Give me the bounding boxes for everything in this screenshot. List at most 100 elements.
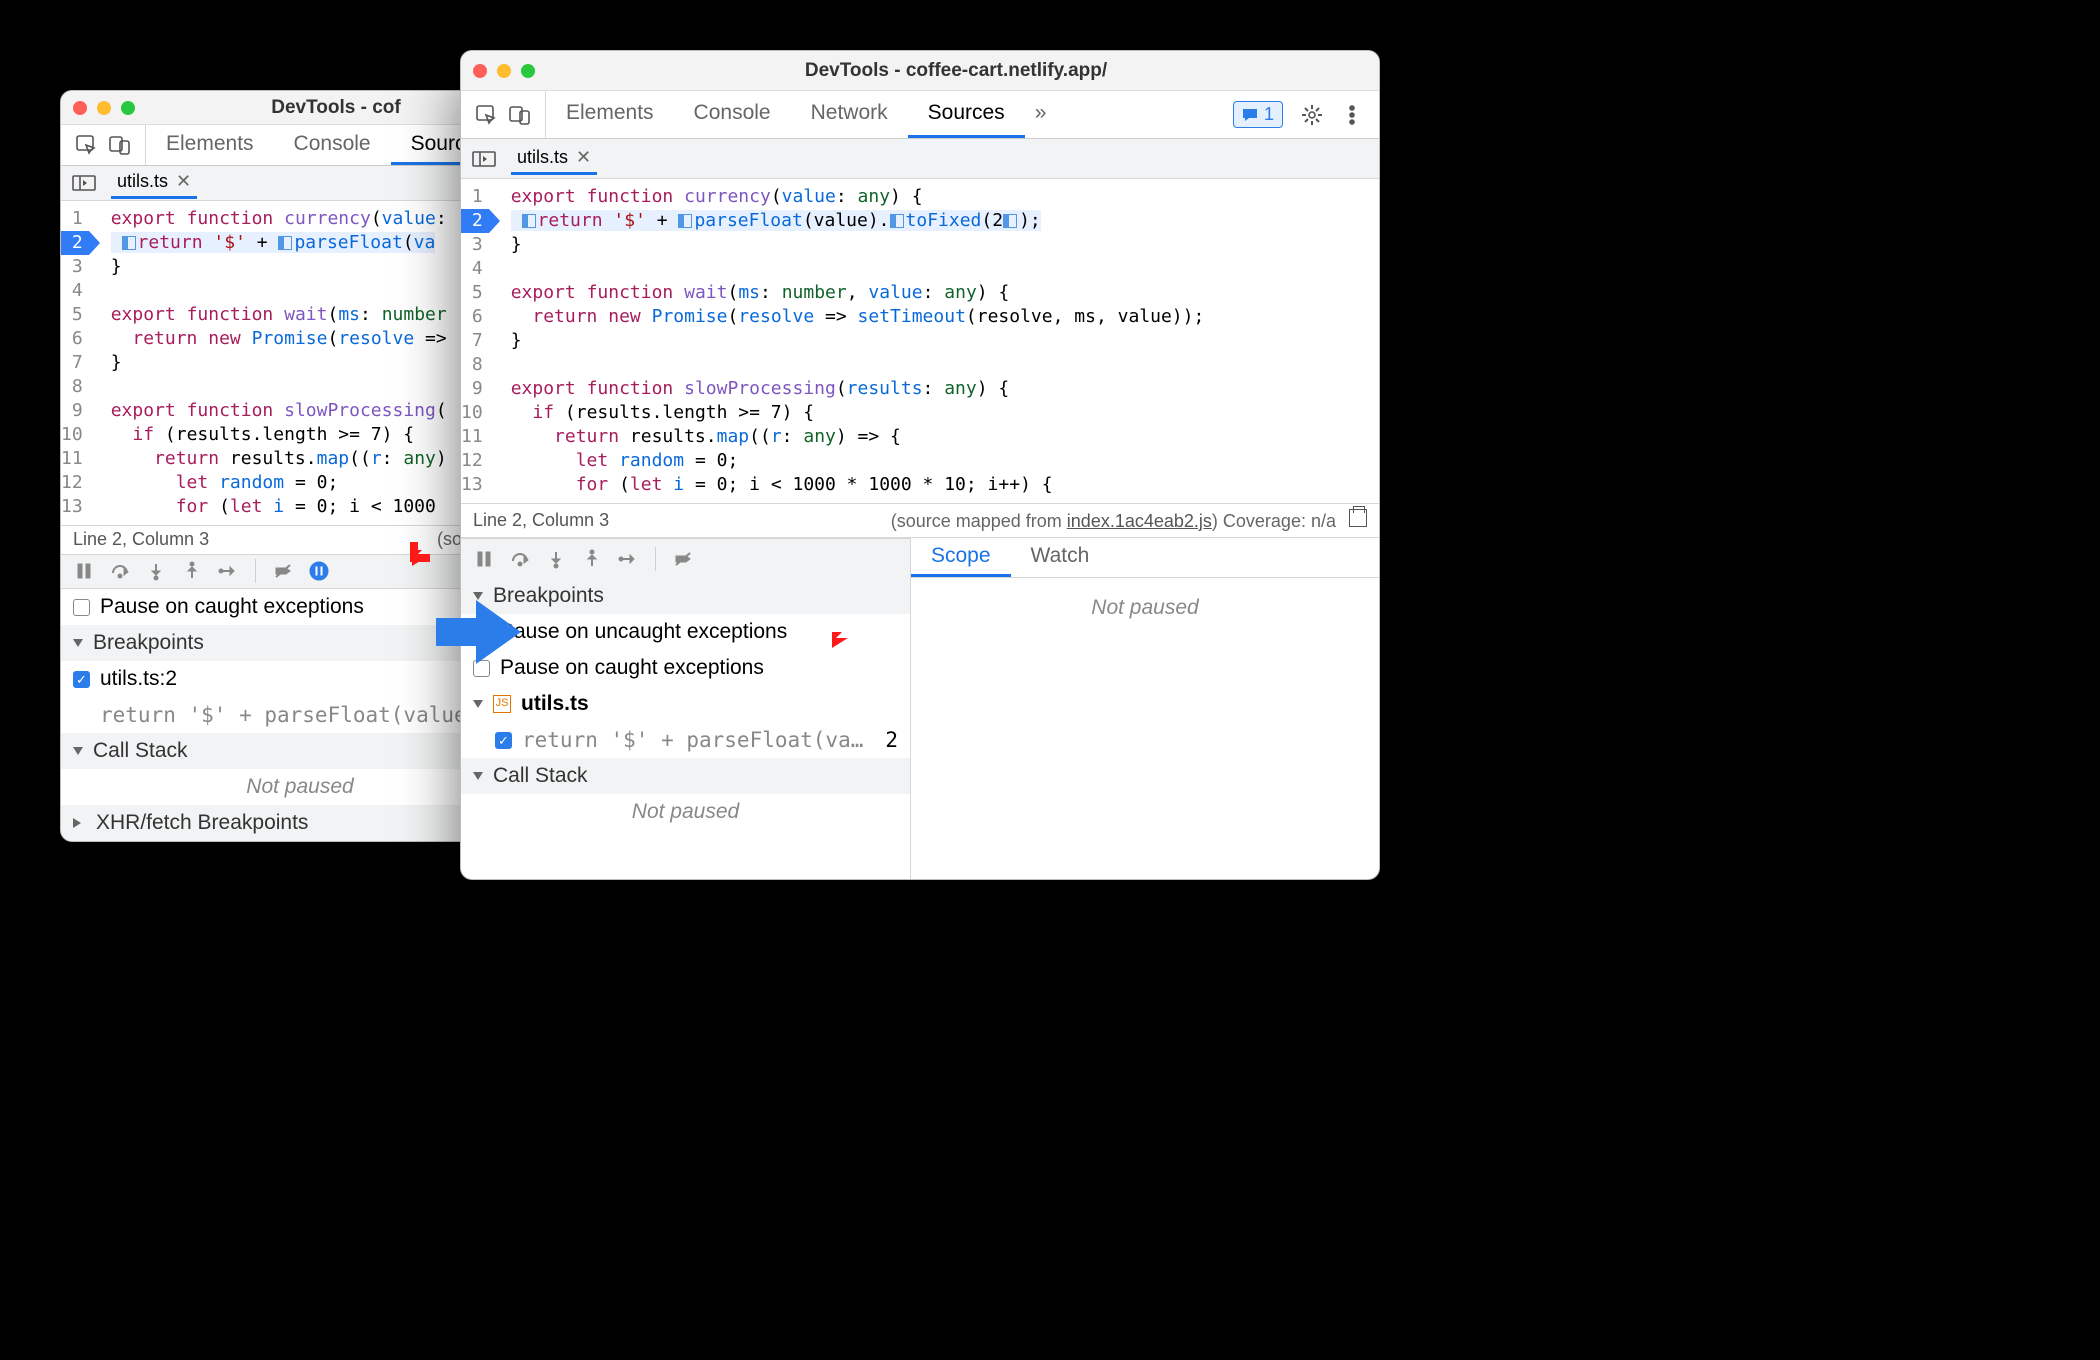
gutter-line[interactable]: 11 [61, 447, 89, 471]
file-tab-label: utils.ts [517, 147, 568, 168]
breakpoint-item[interactable]: return '$' + parseFloat(va… 2 [461, 722, 910, 758]
xhr-breakpoints-label: XHR/fetch Breakpoints [96, 811, 308, 835]
gutter-line[interactable]: 7 [461, 329, 489, 353]
pause-on-exceptions-button[interactable] [304, 556, 334, 586]
gutter-line[interactable]: 6 [61, 327, 89, 351]
minimize-icon[interactable] [97, 101, 111, 115]
deactivate-breakpoints-button[interactable] [268, 556, 298, 586]
gutter-line[interactable]: 5 [61, 303, 89, 327]
gutter-line[interactable]: 8 [61, 375, 89, 399]
tab-elements[interactable]: Elements [146, 125, 274, 165]
gutter-line[interactable]: 3 [61, 255, 89, 279]
issues-button[interactable]: 1 [1233, 101, 1283, 128]
tab-console[interactable]: Console [674, 91, 791, 138]
minimize-icon[interactable] [497, 64, 511, 78]
annotation-arrow-red [406, 522, 456, 572]
gutter-line[interactable]: 10 [461, 401, 489, 425]
gutter-line[interactable]: 9 [461, 377, 489, 401]
tab-elements[interactable]: Elements [546, 91, 674, 138]
gutter-line[interactable]: 1 [61, 207, 89, 231]
gutter-line[interactable]: 4 [461, 257, 489, 281]
pause-button[interactable] [469, 544, 499, 574]
inspect-icon[interactable] [475, 104, 497, 126]
close-icon[interactable]: ✕ [176, 171, 191, 192]
navigator-toggle-icon[interactable] [471, 148, 497, 170]
file-tab-label: utils.ts [117, 171, 168, 192]
gutter-line-breakpoint[interactable]: 2 [461, 209, 489, 233]
gutter-line[interactable]: 3 [461, 233, 489, 257]
step-out-button[interactable] [577, 544, 607, 574]
file-tab[interactable]: utils.ts ✕ [111, 167, 197, 199]
cursor-position: Line 2, Column 3 [73, 529, 209, 550]
step-into-button[interactable] [541, 544, 571, 574]
message-icon [1242, 107, 1258, 123]
callstack-header[interactable]: Call Stack [461, 758, 910, 794]
gutter-line[interactable]: 12 [461, 449, 489, 473]
gutter-line[interactable]: 4 [61, 279, 89, 303]
close-icon[interactable]: ✕ [576, 147, 591, 168]
file-tabs-bar: utils.ts ✕ [461, 139, 1379, 179]
coverage-label: Coverage: n/a [1218, 511, 1336, 531]
code-editor[interactable]: 1 2 3 4 5 6 7 8 9 10 11 12 13 export fun… [461, 179, 1379, 503]
close-icon[interactable] [73, 101, 87, 115]
gutter-line[interactable]: 8 [461, 353, 489, 377]
gutter-line[interactable]: 13 [61, 495, 89, 519]
file-tab[interactable]: utils.ts ✕ [511, 143, 597, 175]
titlebar[interactable]: DevTools - coffee-cart.netlify.app/ [461, 51, 1379, 91]
step-out-button[interactable] [177, 556, 207, 586]
tab-watch[interactable]: Watch [1011, 538, 1110, 577]
more-tabs[interactable]: » [1025, 91, 1057, 138]
tab-sources[interactable]: Sources [908, 91, 1025, 138]
breakpoint-group[interactable]: JS utils.ts [461, 686, 910, 722]
tab-network[interactable]: Network [791, 91, 908, 138]
checkbox-checked-icon[interactable] [495, 732, 512, 749]
gutter-line[interactable]: 9 [61, 399, 89, 423]
sourcemap-label: (source mapped from [891, 511, 1067, 531]
callstack-label: Call Stack [493, 764, 588, 788]
device-toggle-icon[interactable] [109, 134, 131, 156]
close-icon[interactable] [473, 64, 487, 78]
step-button[interactable] [613, 544, 643, 574]
js-file-icon: JS [493, 695, 511, 713]
tab-scope[interactable]: Scope [911, 538, 1011, 577]
step-over-button[interactable] [105, 556, 135, 586]
gear-icon[interactable] [1301, 104, 1323, 126]
gutter-line[interactable]: 10 [61, 423, 89, 447]
pause-button[interactable] [69, 556, 99, 586]
source-text[interactable]: export function currency(value: return '… [95, 201, 457, 525]
zoom-icon[interactable] [121, 101, 135, 115]
gutter-line[interactable]: 11 [461, 425, 489, 449]
gutter-line-breakpoint[interactable]: 2 [61, 231, 89, 255]
step-into-button[interactable] [141, 556, 171, 586]
chevron-down-icon [473, 700, 483, 708]
checkbox-checked-icon[interactable] [73, 671, 90, 688]
gutter-line[interactable]: 12 [61, 471, 89, 495]
toggle-panel-icon[interactable] [1349, 509, 1367, 527]
checkbox-unchecked-icon[interactable] [73, 599, 90, 616]
breakpoint-snippet: return '$' + parseFloat(va… [522, 728, 875, 752]
breakpoints-label: Breakpoints [93, 631, 204, 655]
breakpoint-location: utils.ts:2 [100, 667, 177, 691]
gutter-line[interactable]: 13 [461, 473, 489, 497]
inspect-icon[interactable] [75, 134, 97, 156]
tab-console[interactable]: Console [274, 125, 391, 165]
gutter-line[interactable]: 5 [461, 281, 489, 305]
source-text[interactable]: export function currency(value: any) { r… [495, 179, 1215, 503]
sourcemap-link[interactable]: index.1ac4eab2.js [1067, 511, 1212, 531]
callstack-empty: Not paused [461, 794, 910, 830]
panel-tabs: Elements Console Network Sources » 1 [461, 91, 1379, 139]
deactivate-breakpoints-button[interactable] [668, 544, 698, 574]
gutter-line[interactable]: 6 [461, 305, 489, 329]
gutter-line[interactable]: 1 [461, 185, 489, 209]
more-vert-icon[interactable] [1341, 104, 1363, 126]
breakpoint-linenum: 2 [885, 728, 898, 752]
step-over-button[interactable] [505, 544, 535, 574]
zoom-icon[interactable] [521, 64, 535, 78]
device-toggle-icon[interactable] [509, 104, 531, 126]
step-button[interactable] [213, 556, 243, 586]
navigator-toggle-icon[interactable] [71, 172, 97, 194]
gutter-line[interactable]: 7 [61, 351, 89, 375]
pause-on-caught-toggle[interactable]: Pause on caught exceptions [461, 650, 910, 686]
not-paused-label: Not paused [246, 775, 353, 799]
chevron-right-icon [73, 818, 86, 828]
